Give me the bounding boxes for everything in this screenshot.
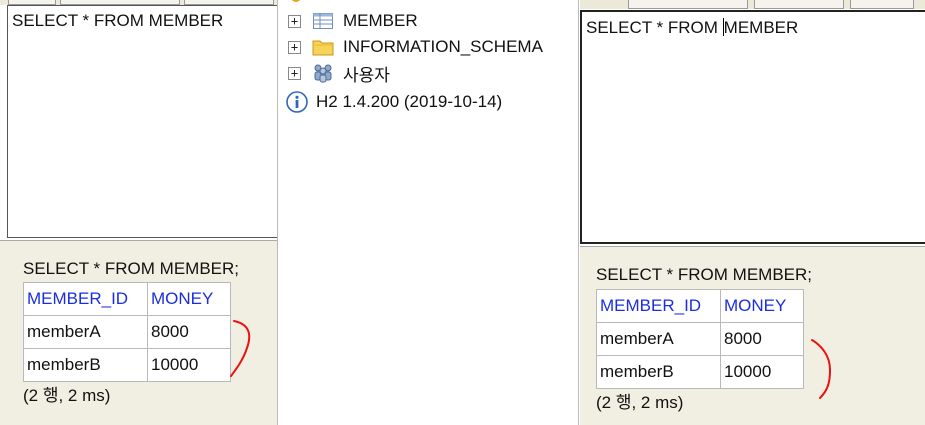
tree-item-label: MEMBER	[343, 11, 418, 30]
right-sql-editor[interactable]: SELECT * FROM MEMBER	[580, 10, 925, 244]
schema-tree-panel: + MEMBER + INFORMATION_SCHEMA + 사용자 H2 1…	[277, 0, 579, 425]
table-cell: 8000	[147, 315, 231, 349]
right-tab-1[interactable]	[628, 0, 748, 9]
tree-item-users[interactable]: + 사용자	[288, 60, 390, 86]
table-cell: 10000	[720, 355, 804, 389]
cut-off-tree-row	[292, 0, 300, 2]
table-header-row: MEMBER_ID MONEY	[596, 289, 804, 323]
table-cell: 8000	[720, 322, 804, 356]
table-row: memberB 10000	[596, 355, 804, 389]
left-sql-text: SELECT * FROM MEMBER	[12, 11, 224, 30]
expand-toggle[interactable]: +	[288, 14, 301, 28]
right-tab-strip	[580, 0, 925, 9]
table-icon	[312, 11, 334, 31]
expand-toggle[interactable]: +	[288, 40, 301, 54]
left-result-table: MEMBER_ID MONEY memberA 8000 memberB 100…	[23, 282, 231, 382]
tree-item-information-schema[interactable]: + INFORMATION_SCHEMA	[288, 34, 543, 60]
table-cell: memberA	[596, 322, 721, 356]
table-cell: memberA	[23, 315, 148, 349]
right-sql-text: SELECT * FROM MEMBER	[586, 18, 921, 38]
column-header-member-id[interactable]: MEMBER_ID	[23, 282, 148, 316]
table-cell: 10000	[147, 348, 231, 382]
table-cell: memberB	[23, 348, 148, 382]
table-row: memberA 8000	[596, 322, 804, 356]
expand-toggle[interactable]: +	[288, 66, 301, 80]
right-result-panel: SELECT * FROM MEMBER; MEMBER_ID MONEY me…	[580, 246, 925, 425]
right-result-table: MEMBER_ID MONEY memberA 8000 memberB 100…	[596, 289, 804, 389]
column-header-money[interactable]: MONEY	[147, 282, 231, 316]
table-row: memberA 8000	[23, 315, 231, 349]
table-header-row: MEMBER_ID MONEY	[23, 282, 231, 316]
left-sql-editor[interactable]: SELECT * FROM MEMBER	[7, 5, 278, 238]
tree-item-member[interactable]: + MEMBER	[288, 8, 418, 34]
left-result-query: SELECT * FROM MEMBER;	[23, 259, 239, 278]
sql-text-before-caret: SELECT * FROM	[586, 18, 723, 37]
version-info: H2 1.4.200 (2019-10-14)	[286, 89, 502, 115]
table-row: memberB 10000	[23, 348, 231, 382]
folder-icon	[312, 37, 334, 57]
tree-item-label: 사용자	[343, 65, 390, 85]
right-tab-3[interactable]	[850, 0, 914, 9]
tree-item-label: INFORMATION_SCHEMA	[343, 37, 543, 56]
right-result-footer: (2 행, 2 ms)	[596, 393, 684, 412]
sql-text-after-caret: MEMBER	[723, 18, 799, 37]
column-header-member-id[interactable]: MEMBER_ID	[596, 289, 721, 323]
right-result-query: SELECT * FROM MEMBER;	[596, 265, 812, 284]
left-result-footer: (2 행, 2 ms)	[23, 386, 111, 405]
table-cell: memberB	[596, 355, 721, 389]
version-label: H2 1.4.200 (2019-10-14)	[316, 92, 503, 111]
right-tab-2[interactable]	[754, 0, 844, 9]
column-header-money[interactable]: MONEY	[720, 289, 804, 323]
red-annotation-bracket	[230, 320, 251, 377]
red-annotation-bracket	[811, 339, 832, 399]
info-icon	[286, 91, 308, 113]
users-icon	[312, 63, 334, 83]
